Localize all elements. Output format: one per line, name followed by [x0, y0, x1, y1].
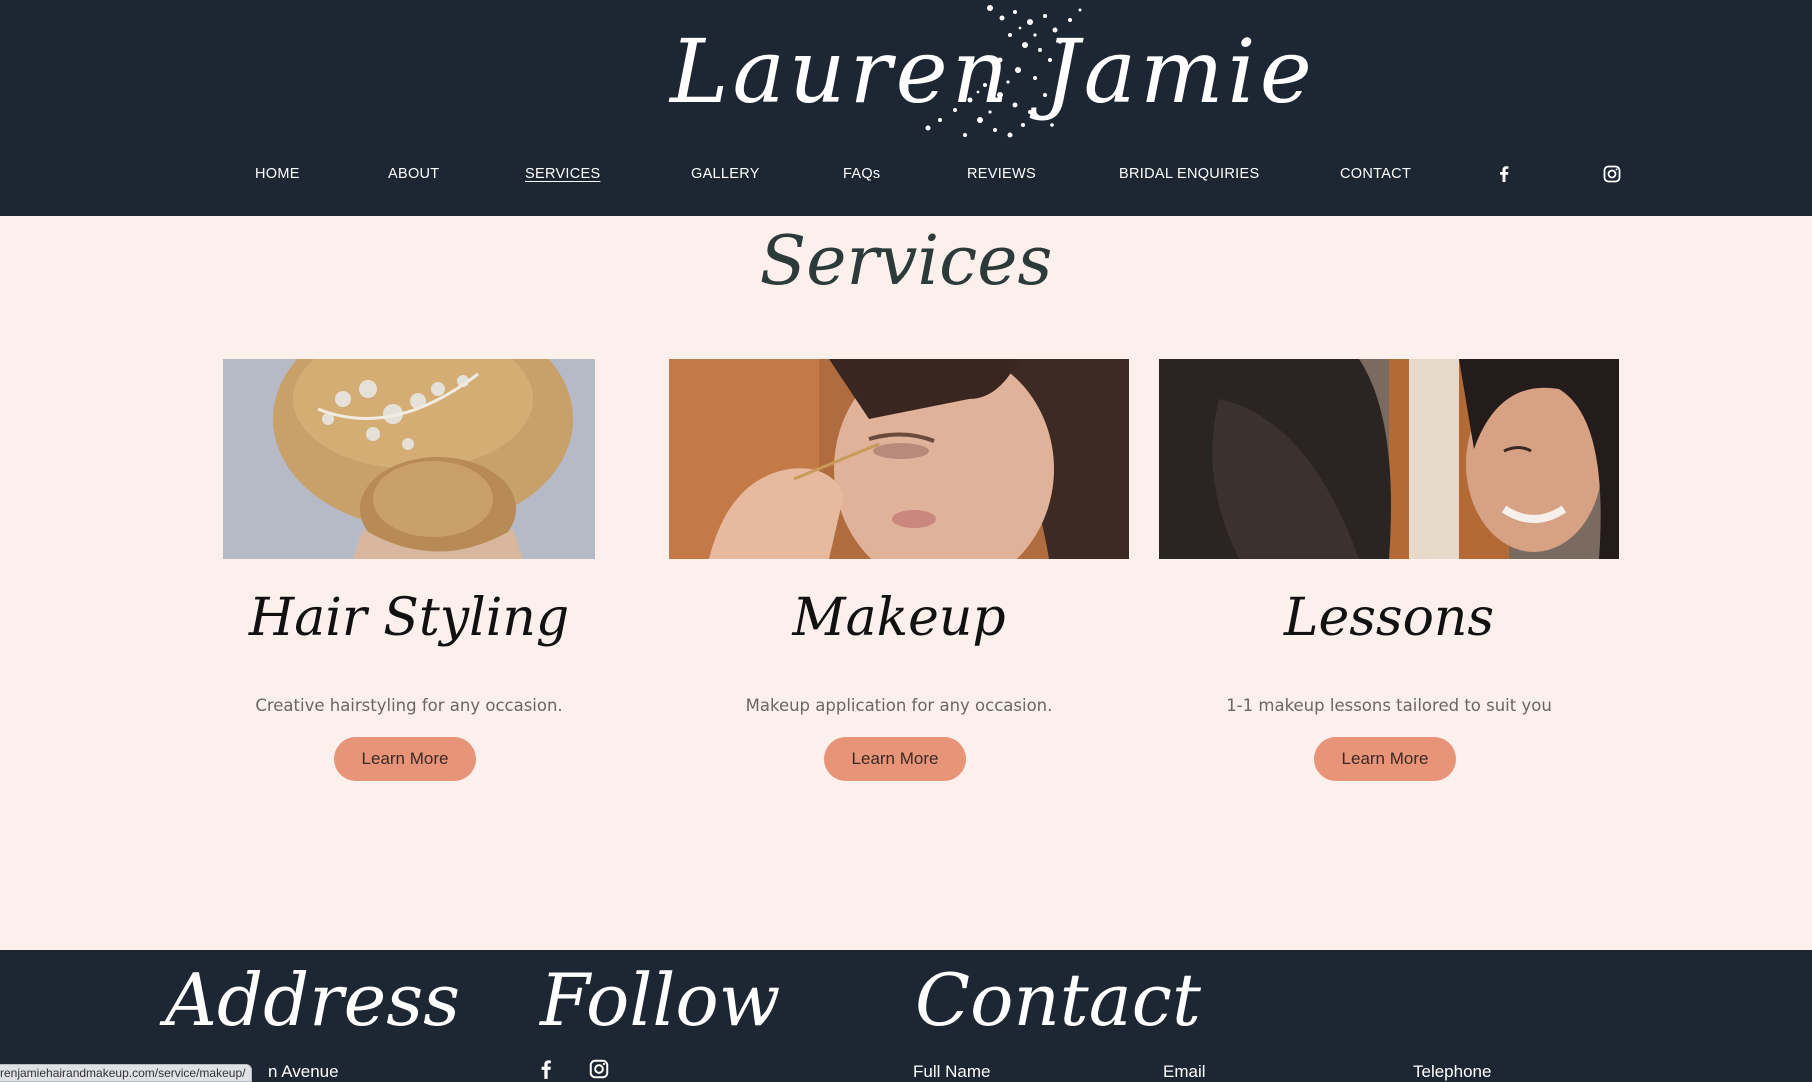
footer-instagram-icon[interactable] [588, 1058, 610, 1080]
nav-reviews[interactable]: REVIEWS [967, 166, 1036, 182]
main-nav: HOME ABOUT SERVICES GALLERY FAQs REVIEWS… [0, 160, 1812, 190]
page-title: Services [759, 222, 1053, 301]
hair-styling-image[interactable] [223, 359, 595, 559]
contact-label-email: Email [1163, 1062, 1206, 1081]
footer-contact-title: Contact [915, 958, 1201, 1042]
nav-home[interactable]: HOME [255, 166, 300, 182]
makeup-image[interactable] [669, 359, 1129, 559]
learn-more-lessons-button[interactable]: Learn More [1314, 737, 1456, 781]
learn-more-makeup-button[interactable]: Learn More [824, 737, 966, 781]
nav-gallery[interactable]: GALLERY [691, 166, 760, 182]
site-header: Lauren Jamie HOME ABOUT SERVICES GALLERY… [0, 0, 1812, 216]
footer-facebook-icon[interactable] [535, 1058, 557, 1080]
instagram-icon[interactable] [1602, 164, 1622, 184]
site-footer: Address n Avenue Follow Contact Full Nam… [0, 950, 1812, 1082]
card-desc-lessons: 1-1 makeup lessons tailored to suit you [1226, 696, 1552, 715]
contact-label-telephone: Telephone [1413, 1062, 1492, 1081]
nav-services[interactable]: SERVICES [525, 166, 600, 182]
nav-about[interactable]: ABOUT [388, 166, 439, 182]
facebook-icon[interactable] [1494, 164, 1514, 184]
contact-label-full-name: Full Name [913, 1062, 991, 1081]
card-desc-hair-styling: Creative hairstyling for any occasion. [255, 696, 563, 715]
nav-bridal-enquiries[interactable]: BRIDAL ENQUIRIES [1119, 166, 1259, 182]
footer-follow-title: Follow [540, 958, 781, 1042]
card-title-hair-styling: Hair Styling [248, 588, 570, 648]
logo[interactable]: Lauren Jamie [660, 0, 1312, 150]
learn-more-hair-button[interactable]: Learn More [334, 737, 476, 781]
card-title-makeup: Makeup [792, 588, 1006, 648]
footer-address-text: n Avenue [268, 1062, 339, 1081]
card-title-lessons: Lessons [1283, 588, 1495, 648]
browser-status-url: renjamiehairandmakeup.com/service/makeup… [0, 1064, 253, 1082]
lessons-image[interactable] [1159, 359, 1619, 559]
card-desc-makeup: Makeup application for any occasion. [745, 696, 1053, 715]
nav-contact[interactable]: CONTACT [1340, 166, 1411, 182]
logo-text: Lauren Jamie [670, 20, 1316, 123]
nav-faqs[interactable]: FAQs [843, 166, 880, 182]
footer-address-title: Address [165, 958, 461, 1042]
